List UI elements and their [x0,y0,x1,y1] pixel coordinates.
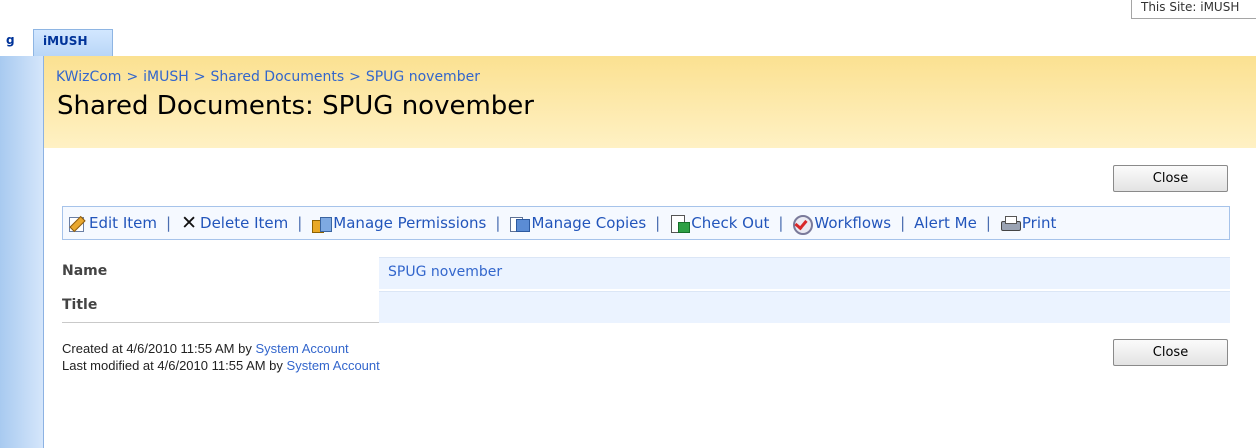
breadcrumb-separator: > [126,69,139,85]
breadcrumb-separator: > [193,69,206,85]
field-row-name: Name SPUG november [62,257,1230,289]
check-out-icon [669,214,691,233]
item-toolbar: Edit Item | ✕ Delete Item | Manage Permi… [62,206,1230,240]
close-button-top[interactable]: Close [1113,165,1228,192]
breadcrumb-imush[interactable]: iMUSH [143,69,189,85]
tab-previous[interactable]: g [0,29,33,56]
copies-icon [509,214,531,232]
print-button[interactable]: Print [1000,214,1057,232]
edit-item-icon [67,214,87,232]
breadcrumb: KWizCom > iMUSH > Shared Documents > SPUG nove… [56,69,480,85]
manage-copies-button[interactable]: Manage Copies [509,214,646,232]
modified-by-link[interactable]: System Account [287,358,380,373]
tab-imush[interactable]: iMUSH [33,29,113,56]
field-value-title [379,291,1230,323]
modified-line: Last modified at 4/6/2010 11:55 AM by Sy… [62,357,380,374]
toolbar-separator: | [297,214,303,232]
search-scope-dropdown[interactable]: This Site: iMUSH [1131,0,1256,19]
workflow-icon [792,214,814,235]
left-navigation-bar [0,56,44,448]
close-button-bottom[interactable]: Close [1113,339,1228,366]
toolbar-separator: | [655,214,661,232]
created-text: Created at 4/6/2010 11:55 AM by [62,341,256,356]
workflows-button[interactable]: Workflows [792,214,892,235]
delete-item-button[interactable]: ✕ Delete Item [180,212,289,234]
workflows-label: Workflows [814,214,892,232]
edit-item-label: Edit Item [89,214,157,232]
alert-me-button[interactable]: Alert Me [914,214,977,232]
page-title: Shared Documents: SPUG november [57,91,534,121]
print-icon [1000,214,1021,232]
item-properties: Name SPUG november Title [62,257,1230,323]
breadcrumb-kwizcom[interactable]: KWizCom [56,69,121,85]
field-label-title: Title [62,297,98,313]
toolbar-separator: | [900,214,906,232]
field-row-title: Title [62,290,1230,323]
breadcrumb-separator: > [349,69,361,85]
modified-text: Last modified at 4/6/2010 11:55 AM by [62,358,287,373]
check-out-button[interactable]: Check Out [669,214,770,233]
toolbar-separator: | [495,214,501,232]
breadcrumb-current: SPUG november [365,69,480,85]
permissions-icon [311,214,333,233]
toolbar-separator: | [985,214,991,232]
toolbar-separator: | [165,214,172,232]
manage-copies-label: Manage Copies [531,214,647,232]
manage-permissions-button[interactable]: Manage Permissions [311,214,487,233]
field-value-name[interactable]: SPUG november [379,257,1230,289]
delete-item-label: Delete Item [200,214,289,232]
field-label-name: Name [62,263,108,279]
breadcrumb-shared-documents[interactable]: Shared Documents [211,69,345,85]
check-out-label: Check Out [691,214,770,232]
item-metadata: Created at 4/6/2010 11:55 AM by System A… [62,340,380,374]
print-label: Print [1021,214,1057,232]
created-by-link[interactable]: System Account [255,341,348,356]
alert-me-label: Alert Me [914,214,977,232]
edit-item-button[interactable]: Edit Item [67,214,157,232]
toolbar-separator: | [778,214,784,232]
delete-icon: ✕ [181,212,197,234]
manage-permissions-label: Manage Permissions [333,214,487,232]
created-line: Created at 4/6/2010 11:55 AM by System A… [62,340,380,357]
